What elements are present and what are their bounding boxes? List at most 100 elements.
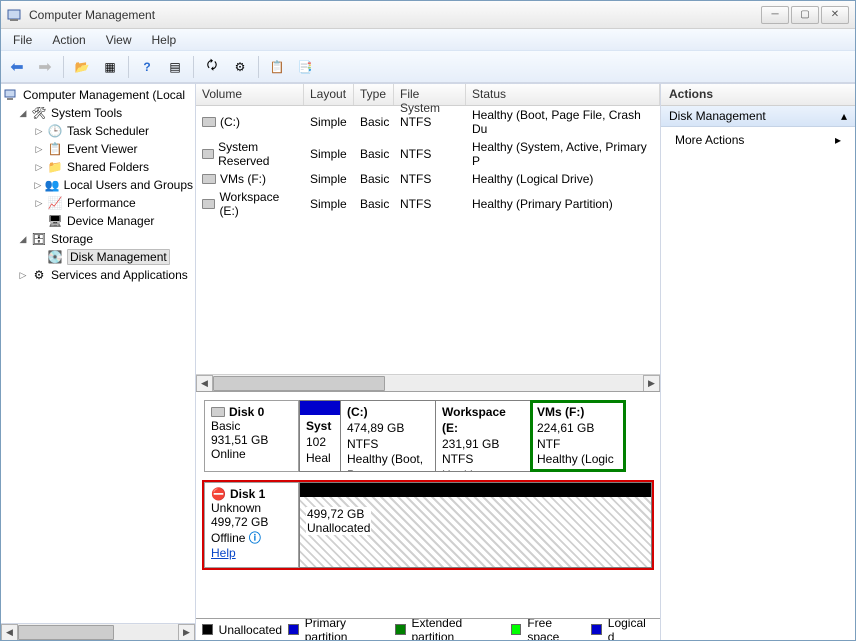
info-icon[interactable]: ⓘ	[249, 531, 261, 545]
menu-action[interactable]: Action	[42, 31, 95, 49]
actions-group[interactable]: Disk Management ▴	[661, 106, 855, 127]
partition[interactable]: (C:) 474,89 GB NTFS Healthy (Boot, P	[340, 400, 436, 472]
volume-h-scrollbar[interactable]: ◀ ▶	[196, 374, 660, 391]
collapse-arrow-icon: ▴	[841, 109, 847, 123]
titlebar: Computer Management ─ ▢ ✕	[1, 1, 855, 29]
folder-icon: 📂	[75, 60, 90, 74]
expander-icon[interactable]: ▷	[33, 143, 45, 155]
disk-icon	[211, 407, 225, 417]
forward-arrow-icon: ➡	[38, 57, 51, 77]
tree-device-manager[interactable]: 🖥 Device Manager	[1, 212, 195, 230]
menu-help[interactable]: Help	[142, 31, 187, 49]
menu-view[interactable]: View	[96, 31, 142, 49]
help-link[interactable]: Help	[211, 546, 236, 560]
toolbar: ⬅ ➡ 📂 ▦ ? ▤ 🗘 ⚙ 📋 📑	[1, 51, 855, 83]
tree-system-tools[interactable]: ◢ 🛠 System Tools	[1, 104, 195, 122]
clock-icon: 🕒	[47, 123, 63, 139]
expander-spacer	[33, 215, 45, 227]
tree-pane[interactable]: Computer Management (Local ◢ 🛠 System To…	[1, 84, 196, 640]
expander-icon[interactable]: ▷	[33, 161, 45, 173]
col-header-volume[interactable]: Volume	[196, 84, 304, 105]
volume-row[interactable]: Workspace (E:) Simple Basic NTFS Healthy…	[196, 188, 660, 220]
minimize-button[interactable]: ─	[761, 6, 789, 24]
tree-task-scheduler[interactable]: ▷ 🕒 Task Scheduler	[1, 122, 195, 140]
tree-services-apps[interactable]: ▷ ⚙ Services and Applications	[1, 266, 195, 284]
scrollbar-thumb[interactable]	[18, 625, 114, 640]
tree-disk-management[interactable]: 💽 Disk Management	[1, 248, 195, 266]
legend-swatch-logical	[591, 624, 602, 635]
drive-icon	[202, 149, 214, 159]
disk-icon: 💽	[47, 249, 63, 265]
disk-row-0[interactable]: Disk 0 Basic 931,51 GB Online Syst 102 H…	[202, 398, 654, 474]
partition[interactable]: Workspace (E: 231,91 GB NTFS Healthy (Pr…	[435, 400, 531, 472]
extra1-button[interactable]: 📋	[265, 55, 289, 79]
app-window: Computer Management ─ ▢ ✕ File Action Vi…	[0, 0, 856, 641]
settings-button[interactable]: ⚙	[228, 55, 252, 79]
scroll-right-arrow-icon[interactable]: ▶	[178, 624, 195, 641]
partition[interactable]: Syst 102 Heal	[299, 400, 341, 472]
partition-selected[interactable]: VMs (F:) 224,61 GB NTF Healthy (Logic	[530, 400, 626, 472]
expander-icon[interactable]: ▷	[33, 179, 43, 191]
actions-more[interactable]: More Actions ▸	[661, 127, 855, 153]
disk-partitions: Syst 102 Heal (C:) 474,89 GB NTFS Health…	[299, 400, 652, 472]
services-icon: ⚙	[31, 267, 47, 283]
tree-storage[interactable]: ◢ 🗄 Storage	[1, 230, 195, 248]
tree-performance[interactable]: ▷ 📈 Performance	[1, 194, 195, 212]
col-header-fs[interactable]: File System	[394, 84, 466, 105]
expander-icon[interactable]: ▷	[17, 269, 29, 281]
scrollbar-thumb[interactable]	[213, 376, 385, 391]
disk-partitions: 499,72 GB Unallocated	[299, 482, 652, 568]
col-header-layout[interactable]: Layout	[304, 84, 354, 105]
performance-icon: 📈	[47, 195, 63, 211]
refresh-button[interactable]: 🗘	[200, 55, 224, 79]
folder-up-button[interactable]: 📂	[70, 55, 94, 79]
extra2-button[interactable]: 📑	[293, 55, 317, 79]
expander-icon[interactable]: ▷	[33, 197, 45, 209]
volume-rows: (C:) Simple Basic NTFS Healthy (Boot, Pa…	[196, 106, 660, 374]
disk-info: Disk 0 Basic 931,51 GB Online	[204, 400, 299, 472]
window-controls: ─ ▢ ✕	[759, 6, 849, 24]
tree-shared-folders[interactable]: ▷ 📁 Shared Folders	[1, 158, 195, 176]
back-arrow-icon: ⬅	[10, 57, 23, 77]
users-icon: 👥	[45, 177, 60, 193]
tree-h-scrollbar[interactable]: ◀ ▶	[1, 623, 195, 640]
close-button[interactable]: ✕	[821, 6, 849, 24]
expander-icon[interactable]: ◢	[17, 107, 29, 119]
menu-file[interactable]: File	[3, 31, 42, 49]
legend-swatch-free	[511, 624, 522, 635]
forward-button[interactable]: ➡	[33, 55, 57, 79]
extra1-icon: 📋	[270, 60, 285, 74]
disk-error-icon: ⛔	[211, 487, 226, 501]
back-button[interactable]: ⬅	[5, 55, 29, 79]
volume-header: Volume Layout Type File System Status	[196, 84, 660, 106]
properties-button[interactable]: ▦	[98, 55, 122, 79]
maximize-button[interactable]: ▢	[791, 6, 819, 24]
expander-icon[interactable]: ◢	[17, 233, 29, 245]
tools-icon: 🛠	[31, 105, 47, 121]
scroll-right-arrow-icon[interactable]: ▶	[643, 375, 660, 392]
help-icon: ?	[143, 60, 150, 74]
help-button[interactable]: ?	[135, 55, 159, 79]
tree-event-viewer[interactable]: ▷ 📋 Event Viewer	[1, 140, 195, 158]
tree-root[interactable]: Computer Management (Local	[1, 86, 195, 104]
volume-row[interactable]: System Reserved Simple Basic NTFS Health…	[196, 138, 660, 170]
volume-row[interactable]: VMs (F:) Simple Basic NTFS Healthy (Logi…	[196, 170, 660, 188]
unallocated-header	[300, 483, 651, 497]
scroll-left-arrow-icon[interactable]: ◀	[1, 624, 18, 641]
volume-row[interactable]: (C:) Simple Basic NTFS Healthy (Boot, Pa…	[196, 106, 660, 138]
disk-row-1[interactable]: ⛔Disk 1 Unknown 499,72 GB Offline ⓘ Help…	[202, 480, 654, 570]
tree-local-users[interactable]: ▷ 👥 Local Users and Groups	[1, 176, 195, 194]
settings-icon: ⚙	[235, 60, 246, 74]
expander-icon[interactable]: ▷	[33, 125, 45, 137]
legend: Unallocated Primary partition Extended p…	[196, 618, 660, 640]
col-header-status[interactable]: Status	[466, 84, 660, 105]
scroll-left-arrow-icon[interactable]: ◀	[196, 375, 213, 392]
views-button[interactable]: ▤	[163, 55, 187, 79]
disk-info: ⛔Disk 1 Unknown 499,72 GB Offline ⓘ Help	[204, 482, 299, 568]
unallocated-region[interactable]: 499,72 GB Unallocated	[299, 482, 652, 568]
views-icon: ▤	[169, 60, 180, 74]
drive-icon	[202, 117, 216, 127]
extra2-icon: 📑	[298, 60, 313, 74]
col-header-type[interactable]: Type	[354, 84, 394, 105]
shared-folder-icon: 📁	[47, 159, 63, 175]
